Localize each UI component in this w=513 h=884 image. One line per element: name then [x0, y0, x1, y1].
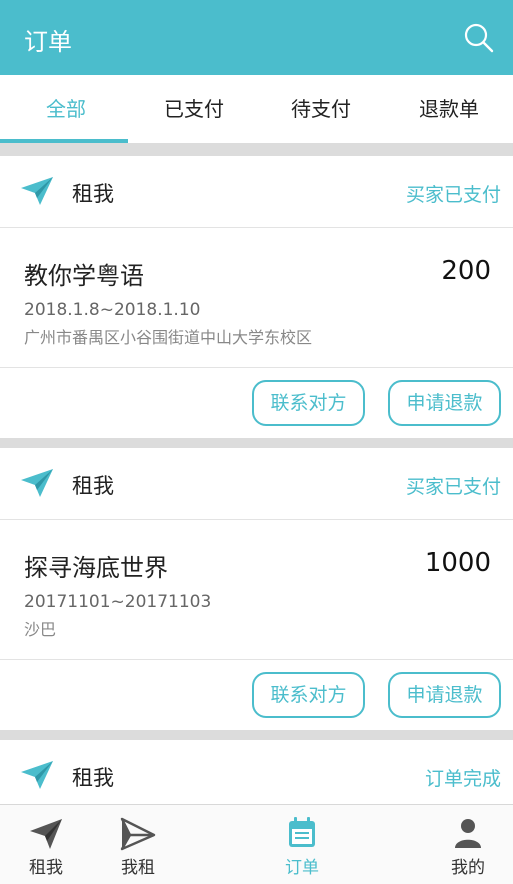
- nav-rent-me[interactable]: 租我: [14, 805, 78, 884]
- nav-me[interactable]: 我的: [436, 805, 500, 884]
- order-title: 教你学粤语: [24, 262, 144, 290]
- order-status: 买家已支付: [405, 476, 501, 498]
- order-card[interactable]: 租我 订单完成: [0, 740, 513, 804]
- order-card-body[interactable]: 教你学粤语 200 2018.1.8~2018.1.10 广州市番禺区小谷围街道…: [0, 228, 513, 368]
- nav-i-rent[interactable]: 我租: [106, 805, 170, 884]
- nav-orders[interactable]: 订单: [270, 805, 334, 884]
- tab-paid[interactable]: 已支付: [130, 75, 258, 143]
- order-dates: 2018.1.8~2018.1.10: [24, 300, 201, 320]
- order-card-header: 租我 买家已支付: [0, 448, 513, 520]
- seller-name: 租我: [72, 766, 114, 790]
- nav-label: 我的: [451, 858, 485, 878]
- refund-button[interactable]: 申请退款: [388, 380, 501, 426]
- paper-plane-icon: [20, 468, 54, 498]
- order-card[interactable]: 租我 买家已支付 探寻海底世界 1000 20171101~20171103 沙…: [0, 448, 513, 730]
- order-card-header: 租我 订单完成: [0, 740, 513, 804]
- order-status: 买家已支付: [405, 184, 501, 206]
- order-status: 订单完成: [424, 768, 501, 790]
- tab-refund[interactable]: 退款单: [385, 75, 513, 143]
- page-title: 订单: [24, 28, 72, 56]
- app-bar: 订单: [0, 0, 513, 75]
- order-price: 200: [441, 256, 491, 286]
- calendar-icon: [284, 815, 320, 851]
- order-address: 广州市番禺区小谷围街道中山大学东校区: [24, 328, 313, 347]
- refund-button[interactable]: 申请退款: [388, 672, 501, 718]
- order-card-body[interactable]: 探寻海底世界 1000 20171101~20171103 沙巴: [0, 520, 513, 660]
- order-tabs: 全部 已支付 待支付 退款单: [0, 75, 513, 143]
- order-card[interactable]: 租我 买家已支付 教你学粤语 200 2018.1.8~2018.1.10 广州…: [0, 156, 513, 438]
- contact-button[interactable]: 联系对方: [252, 672, 365, 718]
- order-card-header: 租我 买家已支付: [0, 156, 513, 228]
- contact-button[interactable]: 联系对方: [252, 380, 365, 426]
- seller-name: 租我: [72, 182, 114, 206]
- nav-label: 我租: [121, 858, 155, 878]
- order-title: 探寻海底世界: [24, 554, 168, 582]
- paper-plane-icon: [20, 176, 54, 206]
- search-icon[interactable]: [463, 22, 495, 54]
- order-price: 1000: [424, 548, 491, 578]
- nav-label: 订单: [285, 858, 319, 878]
- seller-name: 租我: [72, 474, 114, 498]
- paper-plane-icon: [28, 815, 64, 851]
- nav-label: 租我: [29, 858, 63, 878]
- tab-unpaid[interactable]: 待支付: [257, 75, 385, 143]
- order-dates: 20171101~20171103: [24, 592, 212, 612]
- person-icon: [450, 815, 486, 851]
- active-tab-indicator: [0, 139, 128, 143]
- paper-plane-outline-icon: [120, 815, 156, 851]
- bottom-nav: 租我 我租 订单 我的: [0, 804, 513, 884]
- paper-plane-icon: [20, 760, 54, 790]
- order-address: 沙巴: [24, 620, 57, 639]
- tab-all[interactable]: 全部: [2, 75, 130, 143]
